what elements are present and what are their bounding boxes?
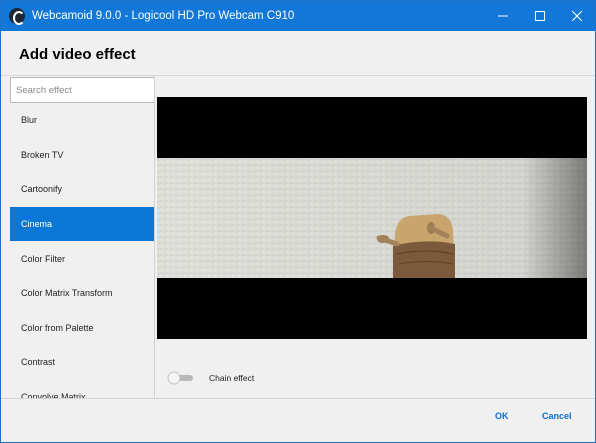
- video-preview: [157, 97, 587, 339]
- title-bar[interactable]: Webcamoid 9.0.0 - Logicool HD Pro Webcam…: [1, 1, 595, 31]
- minimize-button[interactable]: [484, 1, 521, 31]
- maximize-button[interactable]: [521, 1, 558, 31]
- effect-label: Contrast: [21, 357, 56, 368]
- effect-list-item[interactable]: Contrast: [10, 345, 154, 380]
- cancel-button[interactable]: Cancel: [542, 411, 572, 421]
- effect-label: Cinema: [21, 219, 53, 230]
- dialog-footer: OK Cancel: [1, 398, 595, 442]
- effects-sidebar: Blur Broken TV Cartoonify Cinema Color Filte…: [10, 76, 155, 399]
- effect-list-item[interactable]: Color Matrix Transform: [10, 276, 154, 311]
- ok-button[interactable]: OK: [495, 411, 509, 421]
- effect-label: Blur: [21, 115, 38, 126]
- chain-effect-toggle[interactable]: [167, 371, 194, 385]
- window-title: Webcamoid 9.0.0 - Logicool HD Pro Webcam…: [32, 10, 295, 22]
- effect-label: Color Matrix Transform: [21, 288, 113, 299]
- page-title: Add video effect: [19, 46, 136, 63]
- effects-list: Blur Broken TV Cartoonify Cinema Color Filte…: [10, 103, 154, 399]
- effect-list-item[interactable]: Convolve Matrix: [10, 380, 154, 399]
- app-window: Webcamoid 9.0.0 - Logicool HD Pro Webcam…: [0, 0, 596, 443]
- camera-frame-image: [157, 158, 587, 278]
- effect-list-item[interactable]: Blur: [10, 103, 154, 138]
- chain-effect-label: Chain effect: [209, 373, 255, 383]
- chain-effect-row: Chain effect: [167, 371, 254, 385]
- effect-list-item[interactable]: Color Filter: [10, 241, 154, 276]
- toggle-switch-icon: [167, 371, 193, 385]
- maximize-icon: [534, 11, 545, 21]
- effect-label: Color Filter: [21, 253, 66, 264]
- effect-list-item[interactable]: Cinema: [10, 206, 154, 242]
- minimize-icon: [497, 15, 508, 17]
- effect-list-item[interactable]: Broken TV: [10, 138, 154, 173]
- camera-frame: [157, 158, 587, 278]
- effect-list-item[interactable]: Color from Palette: [10, 311, 154, 346]
- webcamoid-icon: [9, 8, 25, 25]
- close-button[interactable]: [558, 1, 595, 31]
- effect-label: Cartoonify: [21, 184, 63, 195]
- window-controls: [484, 1, 595, 31]
- effect-label: Color from Palette: [21, 322, 94, 333]
- search-input[interactable]: [10, 77, 154, 103]
- dialog-header: Add video effect: [1, 31, 595, 76]
- effect-list-item[interactable]: Cartoonify: [10, 172, 154, 207]
- close-icon: [571, 11, 582, 21]
- effect-label: Broken TV: [21, 149, 64, 160]
